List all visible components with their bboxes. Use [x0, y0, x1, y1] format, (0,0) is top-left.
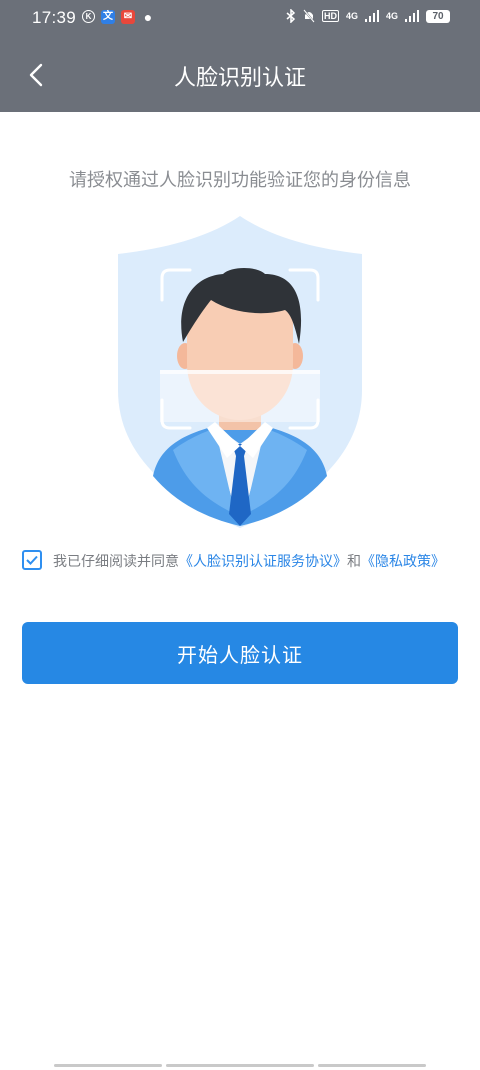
service-agreement-link[interactable]: 《人脸识别认证服务协议》: [179, 554, 347, 570]
nav-indicator-left: [54, 1064, 162, 1067]
nav-indicator-center: [166, 1064, 314, 1067]
start-face-auth-button[interactable]: 开始人脸认证: [22, 622, 458, 684]
network-label-1: 4G: [345, 11, 358, 21]
page-title: 人脸识别认证: [173, 66, 306, 91]
agreement-text: 我已仔细阅读并同意《人脸识别认证服务协议》和《隐私政策》: [53, 548, 461, 576]
signal-icon: [364, 10, 379, 22]
battery-icon: 70: [426, 9, 450, 23]
k-app-icon: K: [82, 10, 95, 23]
agreement-checkbox[interactable]: [22, 550, 42, 570]
status-time: 17:39: [32, 8, 77, 27]
status-bar: 17:39 K 文 ✉ ● HD 4G 4G 70: [0, 0, 480, 38]
mail-app-icon: ✉: [121, 10, 135, 24]
network-label-2: 4G: [385, 11, 398, 21]
agreement-prefix: 我已仔细阅读并同意: [53, 554, 179, 570]
header: 人脸识别认证: [0, 38, 480, 112]
notification-icons: K 文 ✉ ●: [82, 10, 155, 24]
mute-icon: [303, 9, 315, 23]
translate-app-icon: 文: [101, 10, 115, 24]
nav-indicator-right: [318, 1064, 426, 1067]
bluetooth-icon: [286, 9, 296, 23]
privacy-policy-link[interactable]: 《隐私政策》: [361, 554, 445, 570]
agreement-and: 和: [347, 554, 361, 570]
instruction-text: 请授权通过人脸识别功能验证您的身份信息: [69, 170, 411, 191]
status-right: HD 4G 4G 70: [286, 9, 450, 23]
signal-icon-2: [405, 10, 419, 22]
hd-badge: HD: [321, 10, 339, 22]
checkmark-icon: [26, 555, 38, 565]
face-scan-shield-icon: [118, 216, 362, 528]
chat-bubble-icon: ●: [143, 9, 153, 25]
